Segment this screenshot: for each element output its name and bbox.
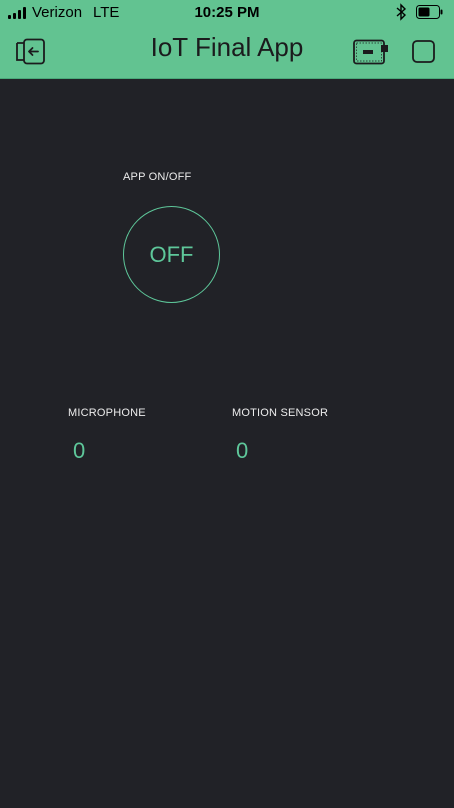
microphone-value: 0 xyxy=(73,438,86,463)
motion-sensor-value: 0 xyxy=(236,438,249,463)
app-toggle-label: APP ON/OFF xyxy=(123,171,192,183)
app-screen: Verizon LTE 10:25 PM IoT Final App APP O… xyxy=(0,0,454,808)
motion-sensor-label: MOTION SENSOR xyxy=(232,407,329,419)
app-toggle-button[interactable]: OFF xyxy=(123,206,220,303)
microphone-label: MICROPHONE xyxy=(68,407,146,419)
battery-icon xyxy=(416,5,443,19)
status-time: 10:25 PM xyxy=(194,4,260,21)
bluetooth-icon xyxy=(396,3,407,21)
status-bar: Verizon LTE 10:25 PM xyxy=(0,0,454,26)
app-toggle-state: OFF xyxy=(149,241,194,267)
app-header: Verizon LTE 10:25 PM IoT Final App xyxy=(0,0,454,79)
device-icon[interactable] xyxy=(353,39,389,65)
square-icon[interactable] xyxy=(412,40,435,63)
